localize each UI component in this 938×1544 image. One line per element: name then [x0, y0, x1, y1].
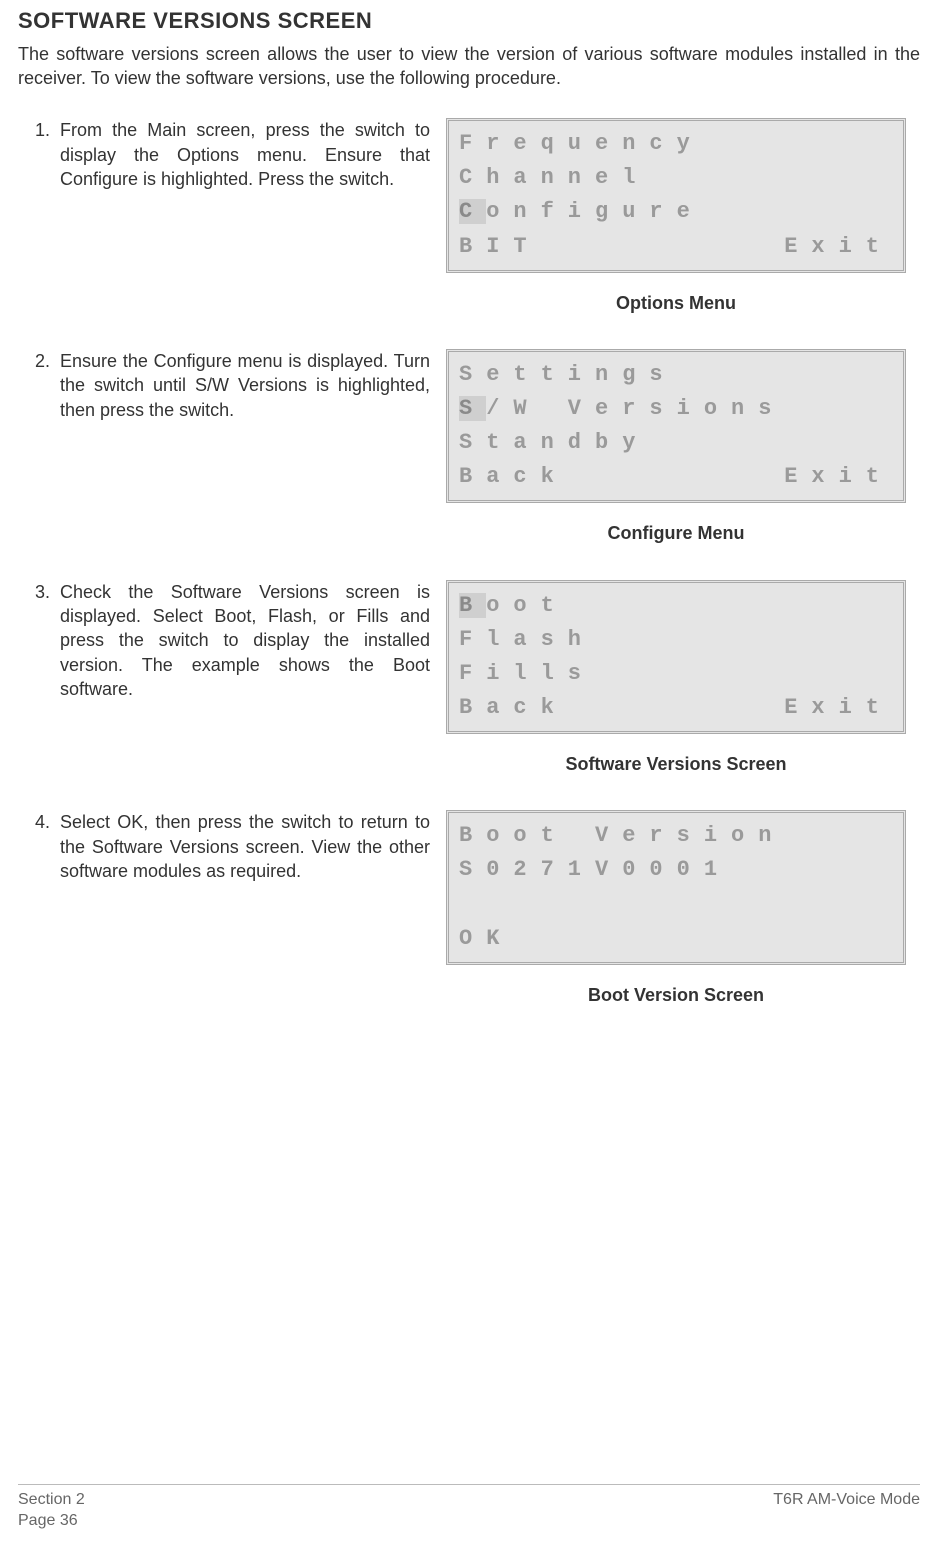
step-number: 3. — [18, 580, 60, 604]
lcd-row: S0271V0001 — [459, 853, 893, 887]
lcd-row: Back Exit — [459, 691, 893, 725]
lcd-display: Boot VersionS0271V0001 OK — [446, 810, 906, 964]
lcd-left-text — [459, 887, 486, 921]
lcd-row: Boot — [459, 589, 893, 623]
footer-section: Section 2 — [18, 1489, 85, 1511]
lcd-highlight-char: C — [459, 199, 486, 224]
lcd-row: Standby — [459, 426, 893, 460]
lcd-row: Boot Version — [459, 819, 893, 853]
lcd-row — [459, 887, 893, 921]
page-footer: Section 2 Page 36 T6R AM-Voice Mode — [18, 1484, 920, 1532]
lcd-row: Frequency — [459, 127, 893, 161]
lcd-row: Configure — [459, 195, 893, 229]
lcd-left-text: Back — [459, 691, 568, 725]
lcd-right-text: Exit — [784, 230, 893, 264]
lcd-left-text: OK — [459, 922, 513, 956]
lcd-display: FrequencyChannelConfigureBIT Exit — [446, 118, 906, 272]
lcd-caption: Boot Version Screen — [446, 983, 906, 1007]
lcd-left-text: Configure — [459, 195, 704, 229]
lcd-left-text: Channel — [459, 161, 649, 195]
page: SOFTWARE VERSIONS SCREEN The software ve… — [0, 0, 938, 1544]
step-text: Select OK, then press the switch to retu… — [60, 810, 446, 883]
step-number: 1. — [18, 118, 60, 142]
lcd-wrap: Boot VersionS0271V0001 OK — [446, 810, 920, 964]
lcd-left-text: Boot — [459, 589, 568, 623]
lcd-row: Flash — [459, 623, 893, 657]
lcd-row: Fills — [459, 657, 893, 691]
step-number: 2. — [18, 349, 60, 373]
lcd-right-text: Exit — [784, 460, 893, 494]
lcd-row: Back Exit — [459, 460, 893, 494]
lcd-left-text: Settings — [459, 358, 677, 392]
lcd-row: OK — [459, 922, 893, 956]
lcd-highlight-char: S — [459, 396, 486, 421]
lcd-right-text: Exit — [784, 691, 893, 725]
footer-mode: T6R AM-Voice Mode — [773, 1489, 920, 1532]
lcd-left-text: Boot Version — [459, 819, 785, 853]
step-row: 4.Select OK, then press the switch to re… — [18, 810, 920, 964]
lcd-caption: Software Versions Screen — [446, 752, 906, 776]
lcd-highlight-char: B — [459, 593, 486, 618]
step-text: From the Main screen, press the switch t… — [60, 118, 446, 191]
lcd-caption: Options Menu — [446, 291, 906, 315]
lcd-row: BIT Exit — [459, 230, 893, 264]
lcd-display: BootFlashFillsBack Exit — [446, 580, 906, 734]
lcd-row: Channel — [459, 161, 893, 195]
step-row: 3.Check the Software Versions screen is … — [18, 580, 920, 734]
step-number: 4. — [18, 810, 60, 834]
lcd-wrap: SettingsS/W VersionsStandbyBack Exit — [446, 349, 920, 503]
step-row: 1.From the Main screen, press the switch… — [18, 118, 920, 272]
step-text: Ensure the Configure menu is displayed. … — [60, 349, 446, 422]
lcd-left-text: Frequency — [459, 127, 704, 161]
lcd-wrap: FrequencyChannelConfigureBIT Exit — [446, 118, 920, 272]
lcd-left-text: S0271V0001 — [459, 853, 731, 887]
lcd-left-text: Back — [459, 460, 568, 494]
lcd-left-text: Fills — [459, 657, 595, 691]
lcd-caption: Configure Menu — [446, 521, 906, 545]
lcd-left-text: S/W Versions — [459, 392, 785, 426]
footer-page: Page 36 — [18, 1510, 85, 1532]
lcd-row: Settings — [459, 358, 893, 392]
step-row: 2.Ensure the Configure menu is displayed… — [18, 349, 920, 503]
lcd-left-text: BIT — [459, 230, 541, 264]
step-text: Check the Software Versions screen is di… — [60, 580, 446, 701]
lcd-left-text: Standby — [459, 426, 649, 460]
page-title: SOFTWARE VERSIONS SCREEN — [18, 6, 920, 36]
lcd-display: SettingsS/W VersionsStandbyBack Exit — [446, 349, 906, 503]
steps-list: 1.From the Main screen, press the switch… — [18, 118, 920, 1007]
lcd-row: S/W Versions — [459, 392, 893, 426]
intro-text: The software versions screen allows the … — [18, 42, 920, 91]
lcd-left-text: Flash — [459, 623, 595, 657]
lcd-wrap: BootFlashFillsBack Exit — [446, 580, 920, 734]
